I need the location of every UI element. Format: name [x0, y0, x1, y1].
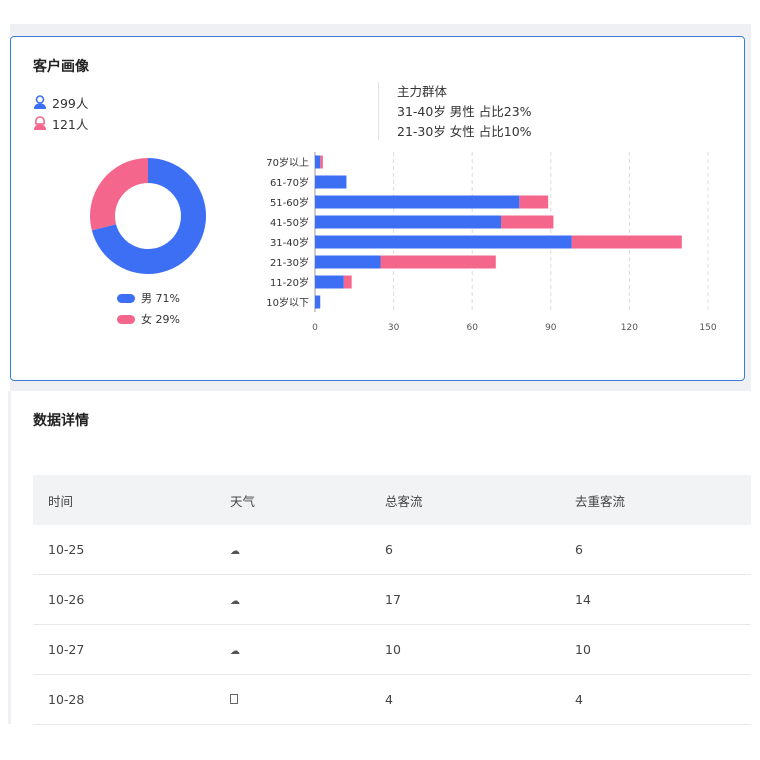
- table-header-row: 时间 天气 总客流 去重客流: [33, 475, 751, 525]
- x-tick-label: 60: [466, 323, 478, 333]
- donut-slice-1[interactable]: [90, 158, 148, 231]
- y-tick-label: 21-30岁: [270, 256, 309, 269]
- bar-female[interactable]: [519, 195, 549, 209]
- female-count: 121人: [52, 117, 89, 132]
- main-group-line-1: 31-40岁 男性 占比23%: [397, 104, 532, 119]
- male-person-icon: [34, 95, 46, 109]
- y-tick-label: 51-60岁: [270, 196, 309, 209]
- x-tick-label: 30: [388, 323, 400, 333]
- y-tick-label: 41-50岁: [270, 216, 309, 229]
- legend-female[interactable]: 女 29%: [117, 311, 180, 327]
- customer-profile-title: 客户画像: [33, 59, 89, 75]
- header-unique-traffic: 去重客流: [560, 475, 751, 525]
- table-row: 10-27 ☁ 10 10: [33, 624, 751, 675]
- cell-unique: 14: [560, 574, 751, 625]
- bar-male[interactable]: [315, 175, 347, 189]
- table-row: 10-25 ☁ 6 6: [33, 525, 751, 575]
- cell-time: 10-28: [33, 674, 215, 725]
- x-tick-label: 150: [699, 323, 716, 333]
- cell-total: 17: [370, 574, 560, 625]
- bar-male[interactable]: [315, 235, 572, 249]
- cell-unique: 6: [560, 525, 751, 575]
- header-total-traffic: 总客流: [370, 475, 560, 525]
- legend-male-swatch: [117, 293, 135, 303]
- x-tick-label: 120: [621, 323, 638, 333]
- cell-time: 10-25: [33, 525, 215, 575]
- header-weather: 天气: [215, 475, 370, 525]
- top-background-strip: [10, 24, 750, 36]
- male-count: 299人: [52, 96, 89, 111]
- bar-male[interactable]: [315, 195, 520, 209]
- bar-female[interactable]: [380, 255, 496, 269]
- bar-female[interactable]: [343, 275, 352, 289]
- bar-male[interactable]: [315, 295, 321, 309]
- cell-time: 10-26: [33, 574, 215, 625]
- bar-female[interactable]: [501, 215, 554, 229]
- left-background-rail: [8, 391, 11, 724]
- section-separator: [10, 381, 751, 391]
- bar-female[interactable]: [571, 235, 682, 249]
- legend-female-swatch: [117, 314, 135, 324]
- bar-female[interactable]: [320, 155, 323, 169]
- bar-male[interactable]: [315, 275, 344, 289]
- y-tick-label: 61-70岁: [270, 176, 309, 189]
- legend-female-label: 女 29%: [141, 313, 180, 326]
- y-tick-label: 11-20岁: [270, 276, 309, 289]
- bar-male[interactable]: [315, 155, 321, 169]
- cell-total: 6: [370, 525, 560, 575]
- side-background-strip: [745, 24, 751, 384]
- header-time: 时间: [33, 475, 215, 525]
- y-tick-label: 31-40岁: [270, 236, 309, 249]
- y-tick-label: 70岁以上: [266, 156, 309, 169]
- unknown-weather-icon: [230, 694, 238, 704]
- table-row: 10-28 4 4: [33, 674, 751, 725]
- page: 客户画像 299人 121人 主力群体 31-40岁 男性 占比23% 21-3…: [0, 0, 760, 760]
- female-person-icon: [34, 116, 46, 130]
- cell-total: 4: [370, 674, 560, 725]
- x-tick-label: 90: [545, 323, 557, 333]
- main-group-line-2: 21-30岁 女性 占比10%: [397, 124, 532, 139]
- legend-male-label: 男 71%: [141, 292, 180, 305]
- main-group-title: 主力群体: [397, 84, 448, 99]
- main-group-summary: 主力群体 31-40岁 男性 占比23% 21-30岁 女性 占比10%: [378, 82, 532, 140]
- cell-unique: 4: [560, 674, 751, 725]
- cloud-icon: ☁: [230, 596, 240, 607]
- age-distribution-bar-chart: 0 30 60 90 120 150 70岁以上 61-70岁 51-60岁 41-50岁 31-4…: [266, 152, 717, 333]
- data-details-table: 时间 天气 总客流 去重客流 10-25 ☁ 6 6 10-26 ☁ 17 14…: [33, 475, 751, 725]
- cloud-icon: ☁: [230, 546, 240, 557]
- data-details-title: 数据详情: [33, 413, 89, 429]
- bar-male[interactable]: [315, 255, 381, 269]
- gender-donut-chart: [90, 158, 207, 274]
- bar-male[interactable]: [315, 215, 502, 229]
- cloud-icon: ☁: [230, 646, 240, 657]
- cell-time: 10-27: [33, 624, 215, 675]
- cell-unique: 10: [560, 624, 751, 675]
- cell-total: 10: [370, 624, 560, 675]
- table-row: 10-26 ☁ 17 14: [33, 574, 751, 625]
- x-tick-label: 0: [312, 323, 318, 333]
- y-tick-label: 10岁以下: [266, 296, 309, 309]
- female-count-row: 121人: [33, 114, 88, 133]
- legend-male[interactable]: 男 71%: [117, 290, 180, 306]
- male-count-row: 299人: [33, 93, 88, 112]
